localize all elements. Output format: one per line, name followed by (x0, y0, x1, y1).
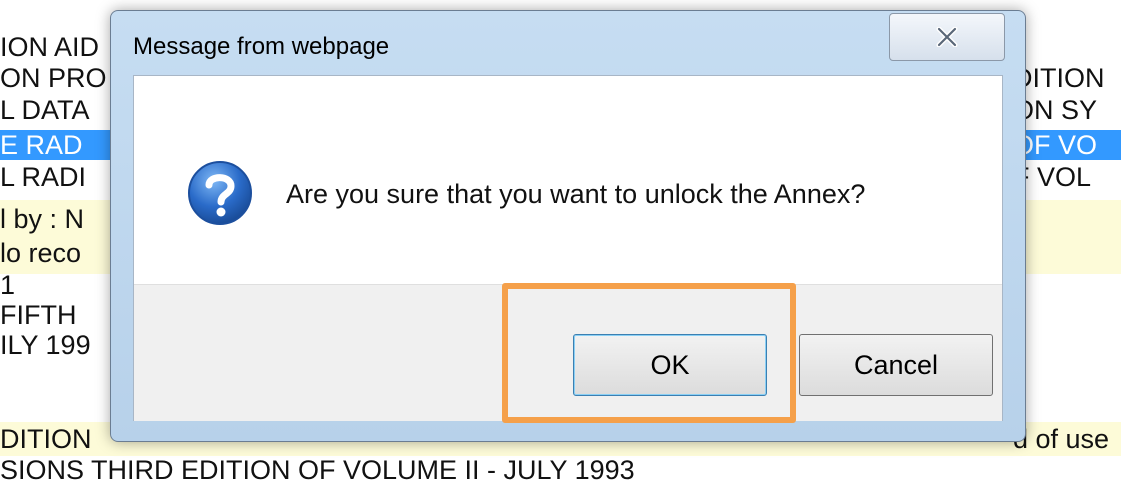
bg-text-line: 1 (0, 270, 16, 300)
bg-text-line: d of use (1013, 424, 1110, 454)
dialog-title: Message from webpage (133, 33, 390, 60)
question-icon (188, 161, 252, 225)
message-area: Are you sure that you want to unlock the… (134, 76, 1002, 284)
bg-text-line: DITION (0, 424, 92, 454)
close-button[interactable] (889, 13, 1005, 61)
bg-text-line: ON PRO (0, 63, 107, 93)
bg-text-line: SIONS THIRD EDITION OF VOLUME II - JULY … (0, 455, 635, 485)
bg-text-line: L DATA (0, 95, 90, 125)
close-x-icon (936, 27, 958, 47)
ok-button[interactable]: OK (573, 334, 767, 396)
bg-text-line: DITION (1013, 63, 1105, 93)
bg-text-line: lo reco (0, 238, 82, 268)
bg-text-line-selected: OF VO (1013, 130, 1121, 160)
bg-text-line: ION AID (0, 32, 100, 62)
bg-text-line: FIFTH (0, 300, 77, 330)
dialog-message: Are you sure that you want to unlock the… (286, 179, 866, 209)
message-dialog: Message from webpage Are you sure that y… (110, 10, 1026, 442)
cancel-button[interactable]: Cancel (799, 334, 993, 396)
bg-text-line: l by : N (0, 204, 85, 234)
bg-text-line: ILY 199 (0, 330, 91, 360)
bg-text-line-selected: E RAD (0, 130, 120, 160)
dialog-body: Are you sure that you want to unlock the… (133, 75, 1003, 421)
bg-text-line: L RADI (0, 162, 87, 192)
